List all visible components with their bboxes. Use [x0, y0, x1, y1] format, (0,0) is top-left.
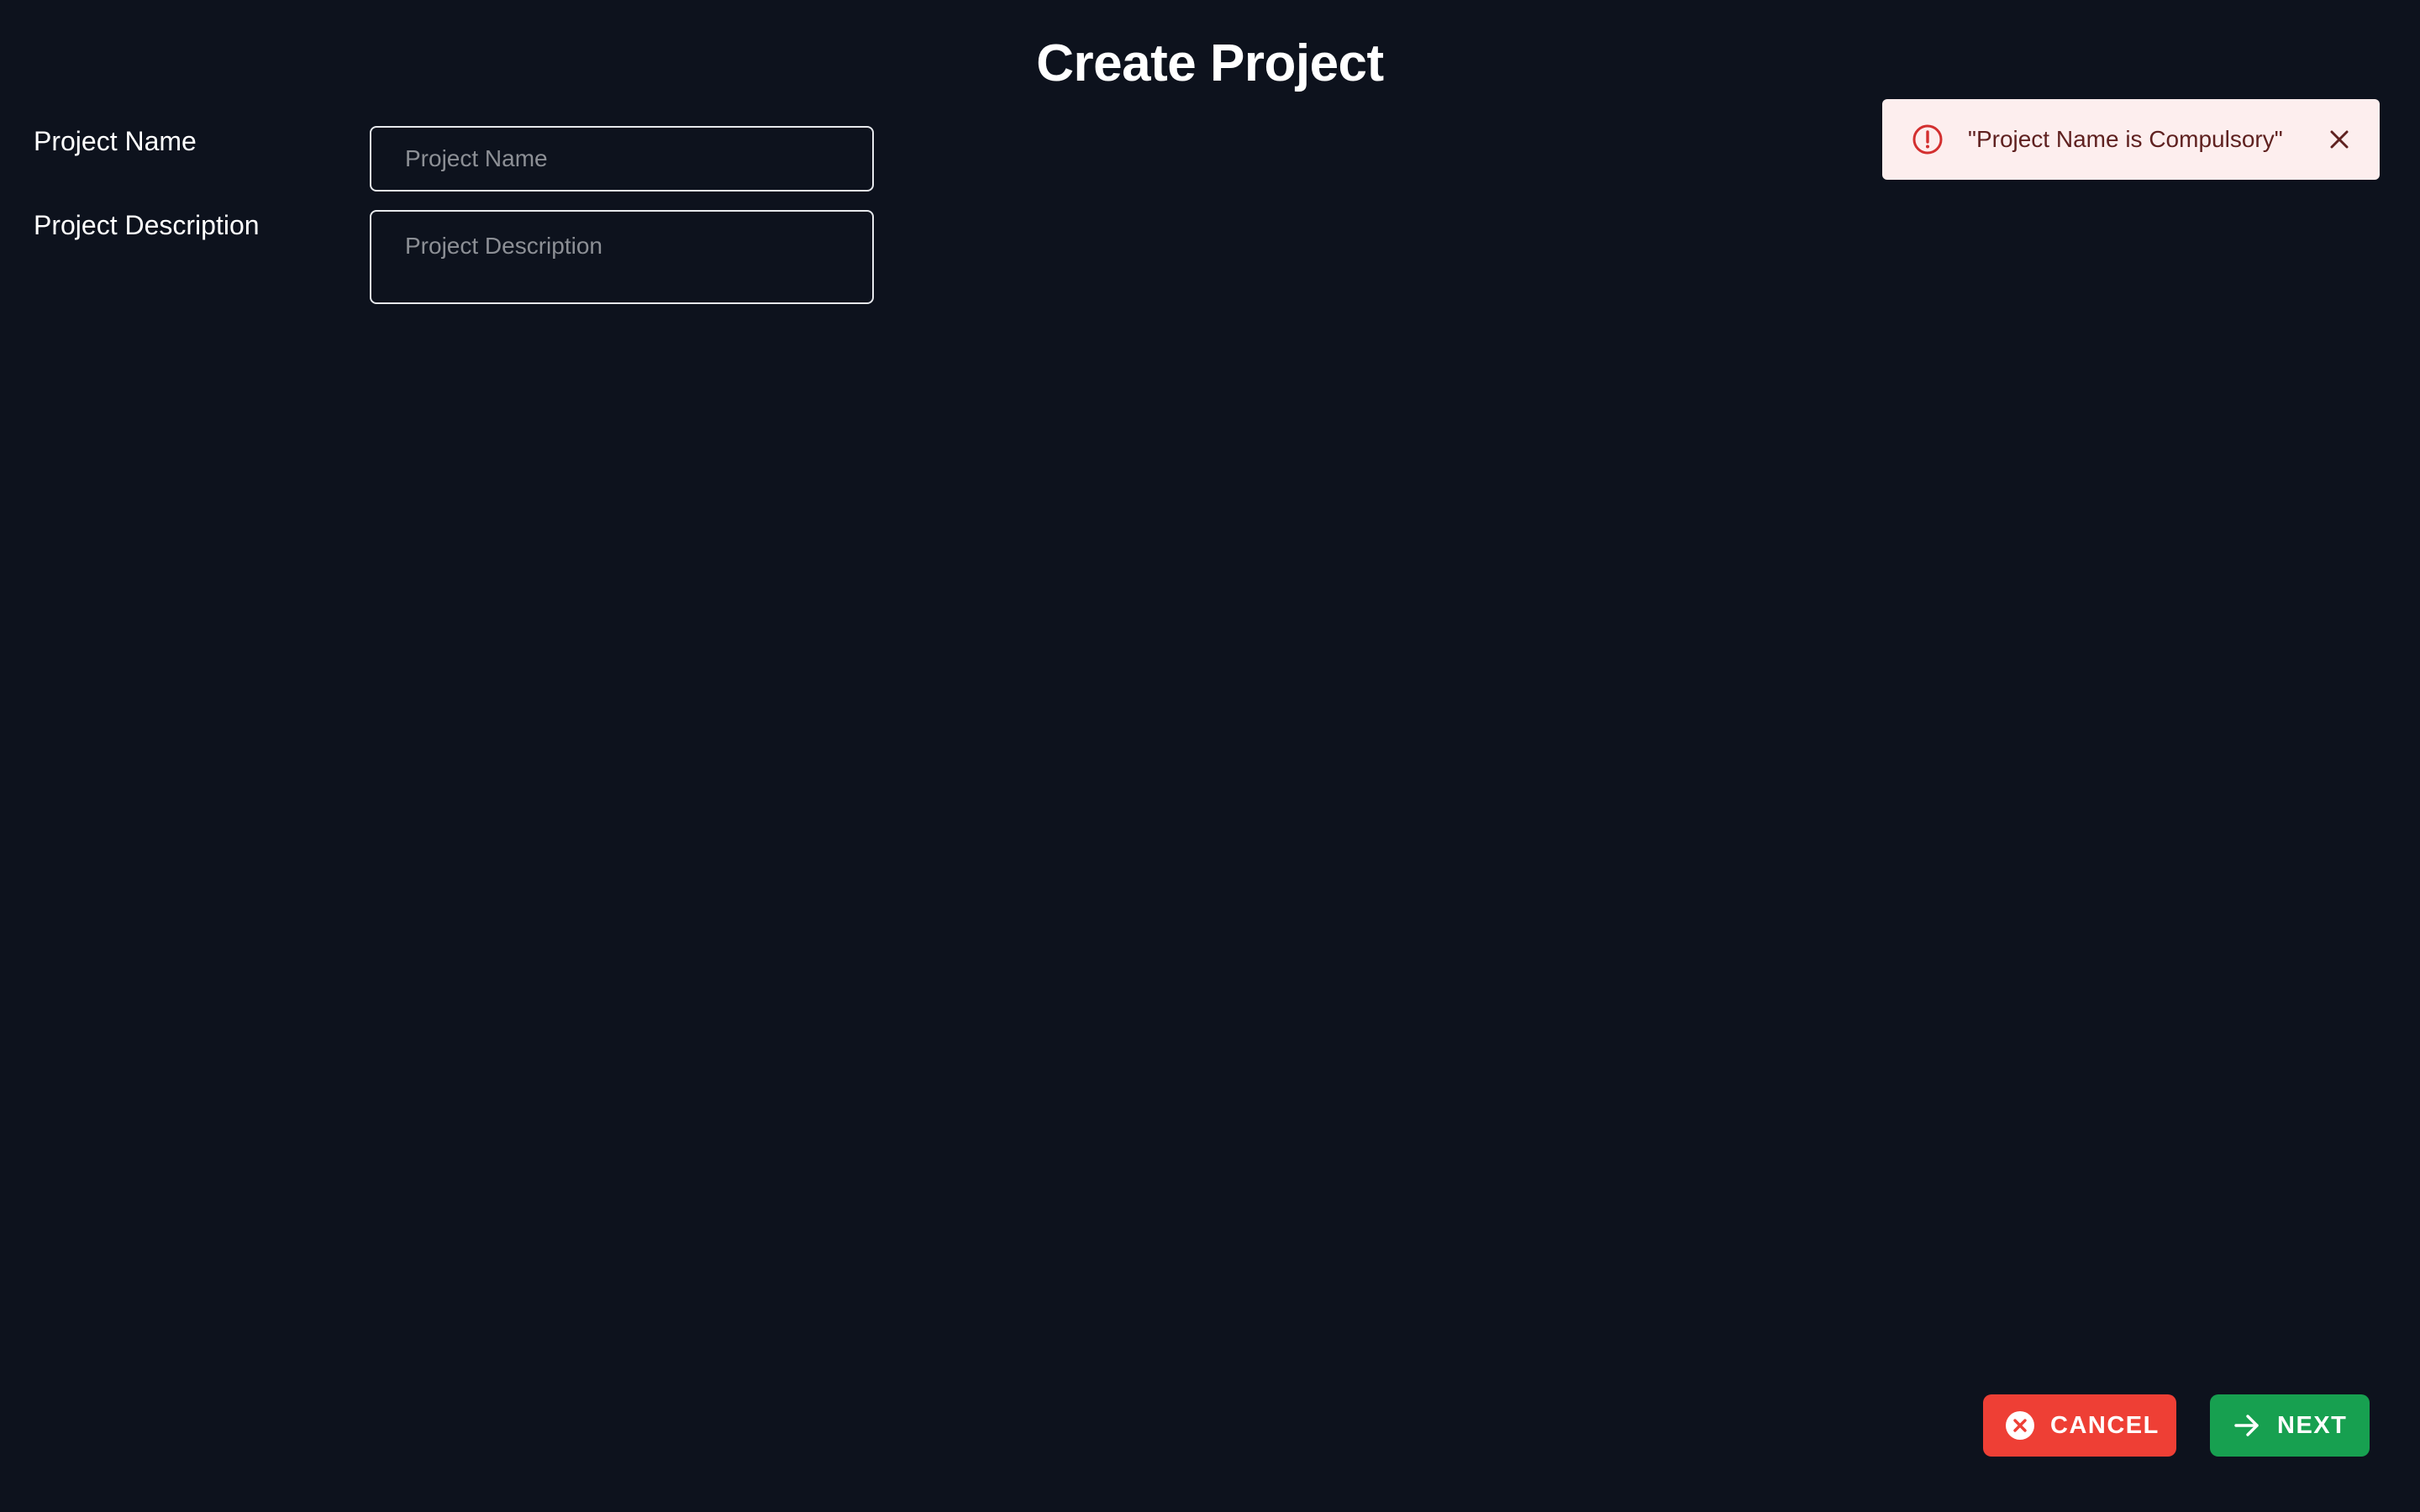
next-button-label: NEXT: [2277, 1411, 2348, 1439]
arrow-right-icon: [2232, 1410, 2262, 1441]
page-title: Create Project: [1036, 34, 1384, 92]
project-description-input[interactable]: [370, 210, 874, 304]
project-name-label: Project Name: [34, 126, 197, 156]
error-toast: "Project Name is Compulsory": [1882, 99, 2380, 180]
create-project-page: Create Project Project Name Project Desc…: [0, 0, 2420, 1512]
project-description-label: Project Description: [34, 210, 260, 240]
close-icon[interactable]: [2323, 123, 2356, 156]
next-button[interactable]: NEXT: [2210, 1394, 2370, 1457]
toast-message: "Project Name is Compulsory": [1968, 126, 2283, 152]
error-outline-icon: [1911, 123, 1944, 156]
cancel-button[interactable]: CANCEL: [1983, 1394, 2176, 1457]
cancel-button-label: CANCEL: [2050, 1411, 2160, 1439]
project-name-input[interactable]: [370, 126, 874, 192]
cancel-circle-icon: [2005, 1410, 2035, 1441]
